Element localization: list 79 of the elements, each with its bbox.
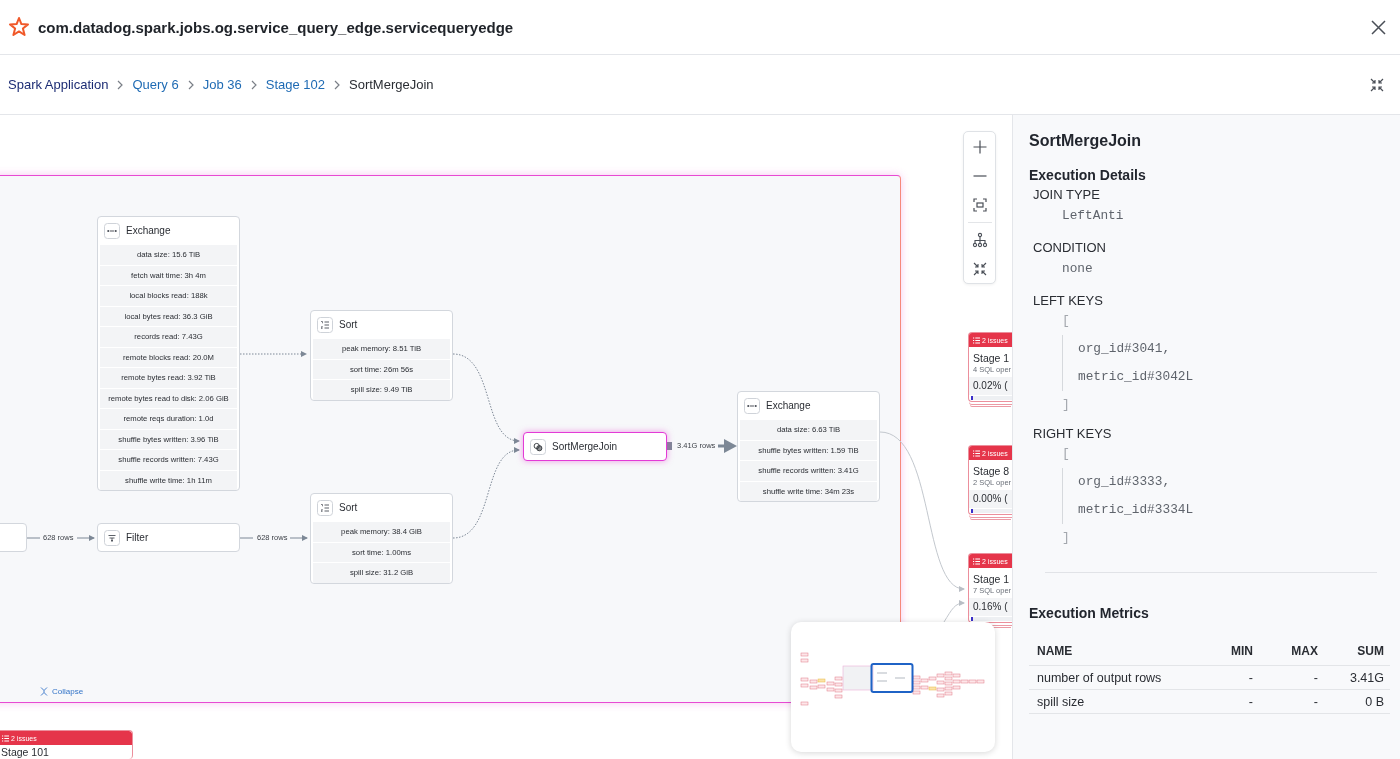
breadcrumb-link[interactable]: Job 36 — [202, 77, 242, 92]
table-cell-text: - — [1312, 670, 1319, 685]
table-cell-text: 0 B — [1364, 694, 1385, 709]
close-bracket: ] — [1061, 529, 1071, 547]
plus-icon[interactable] — [971, 139, 988, 155]
node-title: Exchange — [766, 400, 811, 411]
join-circles-icon — [530, 438, 546, 455]
node-title: Sort — [339, 502, 358, 513]
list-icon — [973, 336, 980, 344]
open-bracket: [ — [1061, 445, 1071, 463]
edge-connector — [667, 439, 737, 453]
stage-title: Stage 1 — [973, 573, 1011, 586]
close-icon[interactable] — [1371, 19, 1386, 35]
operator-node[interactable]: Filter — [97, 523, 240, 552]
hierarchy-icon[interactable] — [971, 232, 988, 248]
breadcrumb-current: SortMergeJoin — [349, 77, 434, 92]
list-icon — [2, 734, 9, 742]
section-heading: Execution Metrics — [1029, 604, 1150, 623]
table-cell-text: - — [1247, 694, 1254, 709]
field-label: JOIN TYPE — [1033, 186, 1101, 204]
node-title: SortMergeJoin — [552, 441, 618, 452]
edge-connector — [239, 535, 308, 541]
breadcrumb-link[interactable]: Spark Application — [8, 77, 109, 92]
filter-icon — [104, 529, 120, 546]
key-value: metric_id#3334L — [1078, 501, 1195, 519]
table-cell-text: - — [1312, 694, 1319, 709]
chevron-right-icon — [250, 79, 257, 90]
panel-title: SortMergeJoin — [1029, 131, 1142, 151]
collapse-link[interactable]: Collapse — [52, 687, 84, 696]
table-cell-text: - — [1247, 670, 1254, 685]
list-icon — [973, 449, 980, 457]
column-header: MAX — [1290, 644, 1319, 658]
field-label: LEFT KEYS — [1033, 292, 1104, 310]
field-label: CONDITION — [1033, 239, 1107, 257]
close-bracket: ] — [1061, 396, 1071, 414]
field-value: LeftAnti — [1061, 207, 1125, 225]
node-title: Sort — [339, 319, 358, 330]
minimap-viewport[interactable] — [870, 663, 914, 693]
breadcrumb-link[interactable]: Query 6 — [132, 77, 179, 92]
chevron-right-icon — [334, 79, 341, 90]
progress-percent: 0.00% ( — [969, 490, 1012, 508]
shrink-icon[interactable] — [971, 261, 988, 277]
chevron-right-icon — [187, 79, 194, 90]
field-value: none — [1061, 260, 1094, 278]
sort-list-icon — [317, 499, 333, 516]
shrink-icon[interactable] — [1370, 77, 1384, 92]
operator-node[interactable] — [97, 216, 240, 491]
edge-connector — [239, 351, 307, 357]
edge-connector — [943, 600, 965, 623]
list-icon — [973, 557, 980, 565]
stage-title: Stage 8 — [973, 465, 1011, 478]
breadcrumb-link[interactable]: Stage 102 — [265, 77, 326, 92]
stage-title: Stage 101 — [1, 746, 50, 759]
section-heading: Execution Details — [1029, 166, 1147, 185]
arrows-icon — [744, 397, 760, 414]
progress-percent: 0.16% ( — [969, 598, 1012, 616]
chevron-right-icon — [117, 79, 124, 90]
column-header: NAME — [1036, 644, 1074, 658]
table-cell-text: 3.41G — [1348, 670, 1385, 685]
key-value: org_id#3333, — [1078, 473, 1172, 491]
column-header: SUM — [1356, 644, 1385, 658]
edge-connector — [26, 535, 95, 541]
sort-list-icon — [317, 316, 333, 333]
table-cell-text: spill size — [1036, 694, 1086, 709]
fit-screen-icon[interactable] — [971, 197, 988, 213]
open-bracket: [ — [1061, 312, 1071, 330]
key-value: metric_id#3042L — [1078, 368, 1195, 386]
field-label: RIGHT KEYS — [1033, 425, 1113, 443]
star-logo-icon — [8, 16, 30, 38]
node-title: Filter — [126, 532, 149, 543]
table-cell-text: number of output rows — [1036, 670, 1163, 685]
operator-node[interactable]: SortMergeJoin — [523, 432, 667, 461]
key-value: org_id#3041, — [1078, 340, 1172, 358]
window-title: com.datadog.spark.jobs.og.service_query_edge.servicequeryedge — [38, 18, 514, 36]
column-header: MIN — [1230, 644, 1254, 658]
arrows-icon — [104, 222, 120, 239]
node-title: Exchange — [126, 225, 171, 236]
progress-percent: 0.02% ( — [969, 377, 1012, 395]
stage-title: Stage 1 — [973, 352, 1011, 365]
